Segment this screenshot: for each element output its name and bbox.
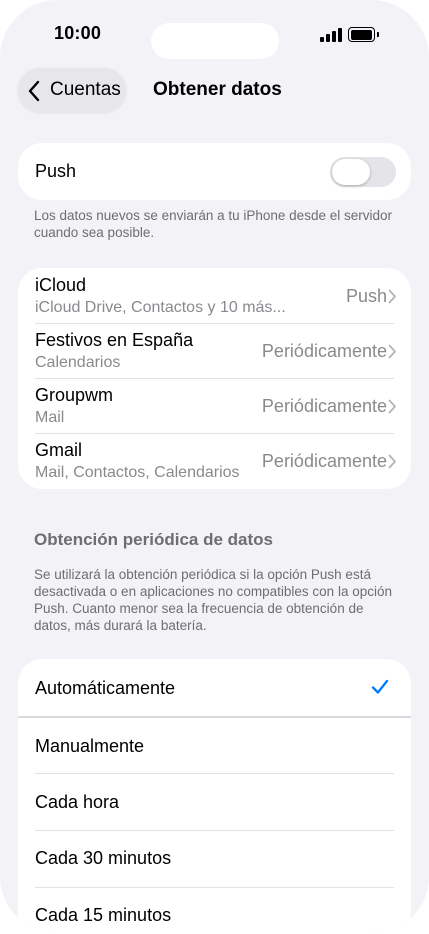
page-title: Obtener datos: [153, 79, 282, 100]
account-detail: Calendarios: [35, 354, 121, 371]
back-button[interactable]: Cuentas: [18, 68, 126, 112]
account-fetch-value: Periódicamente: [261, 451, 387, 471]
push-footnote: Los datos nuevos se enviarán a tu iPhone…: [34, 208, 392, 240]
fetch-section-header: Obtención periódica de datos: [34, 530, 273, 549]
account-fetch-value: Periódicamente: [261, 341, 387, 361]
account-row-groupwm[interactable]: Groupwm Mail Periódicamente: [18, 378, 411, 433]
account-name: Festivos en España: [35, 330, 194, 350]
push-label: Push: [35, 161, 77, 181]
account-row-icloud[interactable]: iCloud iCloud Drive, Contactos y 10 más.…: [18, 268, 411, 323]
checkmark-icon: [371, 679, 389, 694]
account-fetch-value: Push: [345, 286, 387, 306]
account-fetch-value: Periódicamente: [261, 396, 387, 416]
accounts-group: iCloud iCloud Drive, Contactos y 10 más.…: [18, 268, 411, 489]
back-button-label: Cuentas: [50, 79, 121, 100]
fetch-option-30min[interactable]: Cada 30 minutos: [18, 830, 411, 887]
chevron-right-icon: [388, 289, 396, 304]
chevron-right-icon: [388, 454, 396, 469]
account-row-festivos[interactable]: Festivos en España Calendarios Periódica…: [18, 323, 411, 378]
fetch-option-label: Cada 15 minutos: [35, 905, 172, 925]
status-time: 10:00: [54, 23, 102, 43]
account-name: Groupwm: [35, 385, 114, 405]
phone-screen: 10:00 Cuentas Obtener datos Push Los dat…: [0, 0, 429, 934]
fetch-option-hourly[interactable]: Cada hora: [18, 773, 411, 830]
fetch-option-label: Cada hora: [35, 792, 120, 812]
dynamic-island: [151, 23, 279, 59]
account-detail: Mail: [35, 409, 65, 426]
chevron-right-icon: [388, 344, 396, 359]
fetch-option-15min[interactable]: Cada 15 minutos: [18, 887, 411, 934]
fetch-option-label: Manualmente: [35, 736, 145, 756]
fetch-option-automatic[interactable]: Automáticamente: [18, 659, 411, 716]
fetch-options-group: Automáticamente Manualmente Cada hora Ca…: [18, 659, 411, 934]
account-detail: iCloud Drive, Contactos y 10 más...: [35, 299, 286, 316]
account-name: Gmail: [35, 440, 83, 460]
fetch-option-manual[interactable]: Manualmente: [18, 716, 411, 773]
fetch-option-label: Cada 30 minutos: [35, 848, 172, 868]
signal-icon: [320, 28, 342, 42]
account-detail: Mail, Contactos, Calendarios: [35, 464, 240, 481]
fetch-footnote: Se utilizará la obtención periódica si l…: [34, 567, 392, 633]
chevron-left-icon: [28, 80, 40, 102]
fetch-option-label: Automáticamente: [35, 678, 176, 698]
battery-icon: [348, 27, 379, 42]
push-toggle[interactable]: [330, 157, 396, 187]
push-group: Push: [18, 143, 411, 200]
account-name: iCloud: [35, 275, 87, 295]
account-row-gmail[interactable]: Gmail Mail, Contactos, Calendarios Perió…: [18, 433, 411, 489]
chevron-right-icon: [388, 399, 396, 414]
